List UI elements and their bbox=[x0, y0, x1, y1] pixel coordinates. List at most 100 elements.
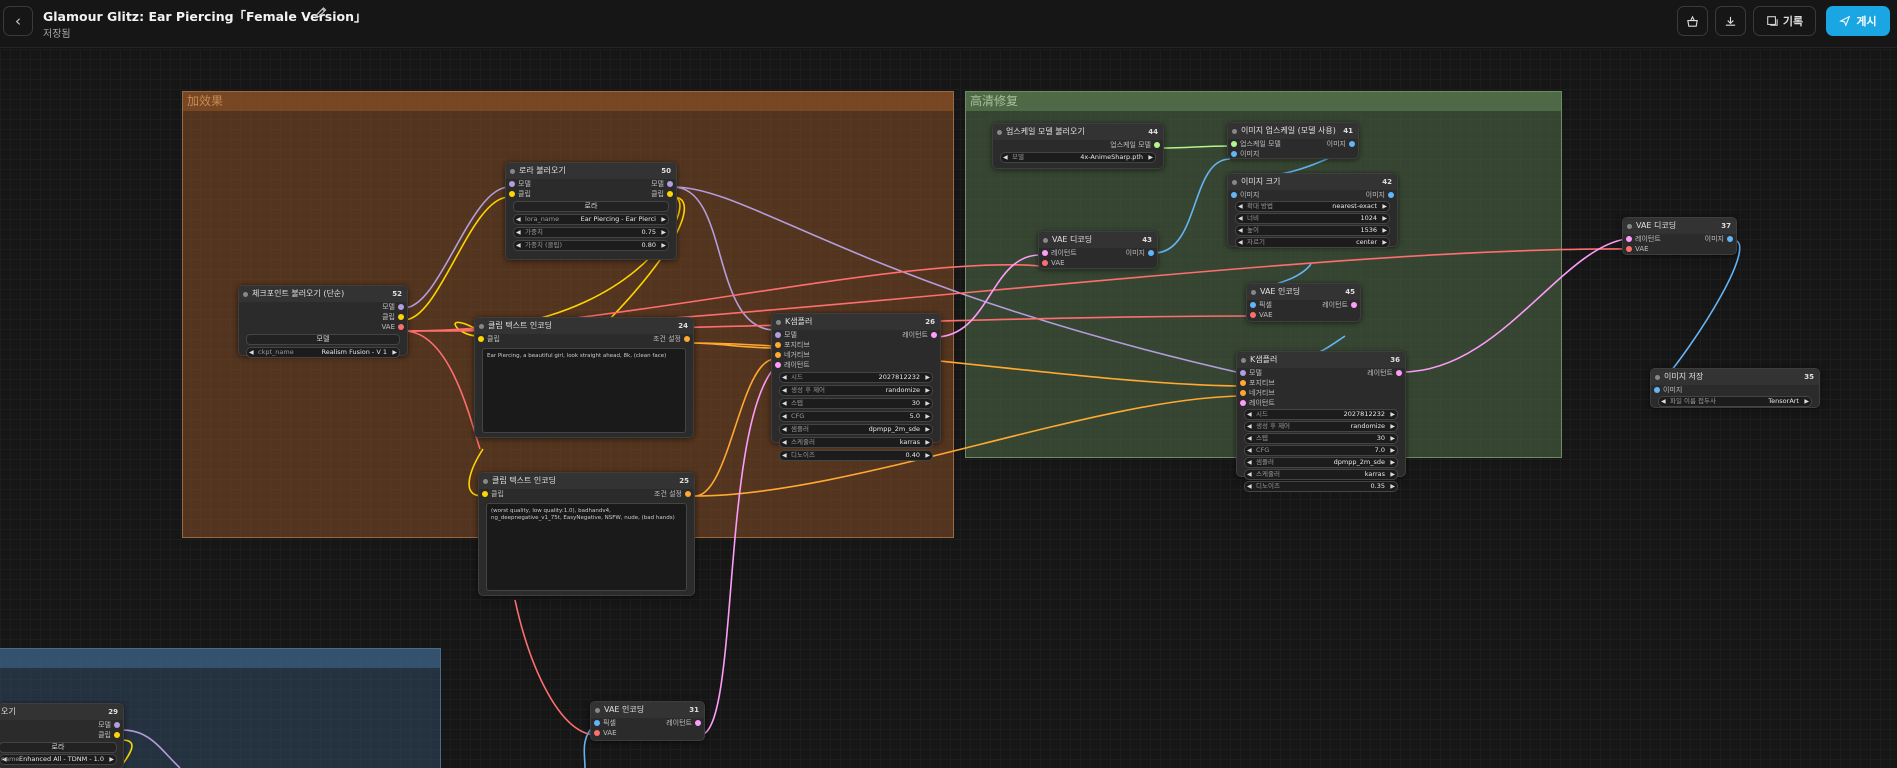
input-slot-latent[interactable] bbox=[775, 362, 781, 368]
scheduler-widget[interactable]: 스케줄러 karras bbox=[1244, 469, 1398, 480]
control-after-generate-widget[interactable]: 생성 후 제어 randomize bbox=[779, 385, 933, 396]
cfg-widget[interactable]: CFG 7.0 bbox=[1244, 445, 1398, 456]
lora-name-widget[interactable]: lora_name Ear Piercing - Ear Pierci bbox=[513, 214, 669, 225]
node-vae-encode-31[interactable]: VAE 인코딩 31 픽셀 레이턴트 VAE bbox=[590, 701, 705, 741]
input-slot-clip[interactable] bbox=[478, 336, 484, 342]
filename-prefix-widget[interactable]: 파일 이름 접두사 TensorArt bbox=[1658, 396, 1812, 407]
sampler-widget[interactable]: 샘플러 dpmpp_2m_sde bbox=[779, 424, 933, 435]
input-slot-latent[interactable] bbox=[1626, 236, 1632, 242]
publish-button[interactable]: 게시 bbox=[1826, 6, 1890, 36]
input-slot-model[interactable] bbox=[509, 181, 515, 187]
collapse-dot[interactable] bbox=[479, 324, 484, 329]
output-slot-model[interactable] bbox=[398, 304, 404, 310]
input-slot-negative[interactable] bbox=[775, 352, 781, 358]
input-slot-upscale-model[interactable] bbox=[1231, 141, 1237, 147]
node-lora-loader-29[interactable]: 오기 29 모델 클립 로라 nameEnhanced All - TDNM - … bbox=[0, 703, 124, 768]
lora-name-widget[interactable]: nameEnhanced All - TDNM - 1.0 bbox=[0, 754, 117, 765]
output-slot-conditioning[interactable] bbox=[685, 491, 691, 497]
scheduler-widget[interactable]: 스케줄러 karras bbox=[779, 437, 933, 448]
input-slot-latent[interactable] bbox=[1042, 250, 1048, 256]
input-slot-vae[interactable] bbox=[594, 730, 600, 736]
input-slot-image[interactable] bbox=[1231, 151, 1237, 157]
input-slot-vae[interactable] bbox=[1042, 260, 1048, 266]
collapse-dot[interactable] bbox=[997, 130, 1002, 135]
node-image-upscale-with-model[interactable]: 이미지 업스케일 (모델 사용) 41 업스케일 모델 이미지 이미지 bbox=[1227, 122, 1359, 159]
output-slot-latent[interactable] bbox=[1396, 370, 1402, 376]
node-ksampler-36[interactable]: K샘플러36 모델레이턴트 포지티브 네거티브 레이턴트 시드202781223… bbox=[1236, 351, 1406, 492]
crop-widget[interactable]: 자르기 center bbox=[1235, 237, 1390, 248]
node-vae-decode-37[interactable]: VAE 디코딩 37 레이턴트 이미지 VAE bbox=[1622, 217, 1737, 255]
node-image-scale[interactable]: 이미지 크기 42 이미지 이미지 확대 방법 nearest-exact 너비 102… bbox=[1227, 173, 1398, 248]
output-slot-clip[interactable] bbox=[398, 314, 404, 320]
denoise-widget[interactable]: 디노이즈 0.35 bbox=[1244, 481, 1398, 492]
back-button[interactable]: ‹ bbox=[3, 6, 33, 36]
output-slot-clip[interactable] bbox=[667, 191, 673, 197]
collapse-dot[interactable] bbox=[1241, 358, 1246, 363]
negative-prompt-textarea[interactable]: (worst quality, low quality:1.0), badhan… bbox=[486, 503, 687, 591]
collapse-dot[interactable] bbox=[1043, 238, 1048, 243]
download-button[interactable] bbox=[1715, 6, 1746, 36]
lora-button[interactable]: 로라 bbox=[0, 742, 117, 753]
input-slot-vae[interactable] bbox=[1626, 246, 1632, 252]
workflow-canvas[interactable]: 加效果 高清修复 체크포인트 불러오기 (단순) 52 모델 클립 VAE 모델… bbox=[0, 49, 1897, 768]
model-button[interactable]: 모델 bbox=[246, 334, 400, 345]
collapse-dot[interactable] bbox=[1232, 129, 1237, 134]
collapse-dot[interactable] bbox=[510, 169, 515, 174]
upscale-method-widget[interactable]: 확대 방법 nearest-exact bbox=[1235, 201, 1390, 212]
output-slot-latent[interactable] bbox=[931, 332, 937, 338]
output-slot-model[interactable] bbox=[114, 722, 120, 728]
output-slot-latent[interactable] bbox=[1351, 302, 1357, 308]
collapse-dot[interactable] bbox=[1655, 375, 1660, 380]
node-checkpoint-loader[interactable]: 체크포인트 불러오기 (단순) 52 모델 클립 VAE 모델 ckpt_name… bbox=[238, 285, 408, 358]
collapse-dot[interactable] bbox=[1232, 180, 1237, 185]
steps-widget[interactable]: 스텝 30 bbox=[1244, 433, 1398, 444]
input-slot-positive[interactable] bbox=[775, 342, 781, 348]
strength-model-widget[interactable]: 가중치 0.75 bbox=[513, 227, 669, 238]
collapse-dot[interactable] bbox=[776, 320, 781, 325]
input-slot-latent[interactable] bbox=[1240, 400, 1246, 406]
output-slot-model[interactable] bbox=[667, 181, 673, 187]
output-slot-clip[interactable] bbox=[114, 732, 120, 738]
sampler-widget[interactable]: 샘플러 dpmpp_2m_sde bbox=[1244, 457, 1398, 468]
collapse-dot[interactable] bbox=[1627, 224, 1632, 229]
seed-widget[interactable]: 시드 2027812232 bbox=[1244, 409, 1398, 420]
node-clip-text-encode-negative[interactable]: 클립 텍스트 인코딩 25 클립 조건 설정 (worst quality, low… bbox=[478, 472, 695, 596]
node-vae-decode-43[interactable]: VAE 디코딩 43 레이턴트 이미지 VAE bbox=[1038, 231, 1158, 269]
output-slot-image[interactable] bbox=[1727, 236, 1733, 242]
input-slot-model[interactable] bbox=[775, 332, 781, 338]
width-widget[interactable]: 너비 1024 bbox=[1235, 213, 1390, 224]
input-slot-image[interactable] bbox=[1654, 387, 1660, 393]
input-slot-negative[interactable] bbox=[1240, 390, 1246, 396]
output-slot-conditioning[interactable] bbox=[684, 336, 690, 342]
input-slot-clip[interactable] bbox=[482, 491, 488, 497]
input-slot-positive[interactable] bbox=[1240, 380, 1246, 386]
input-slot-vae[interactable] bbox=[1250, 312, 1256, 318]
output-slot-image[interactable] bbox=[1148, 250, 1154, 256]
steps-widget[interactable]: 스텝 30 bbox=[779, 398, 933, 409]
history-button[interactable]: 기록 bbox=[1753, 6, 1816, 36]
prompt-textarea[interactable]: Ear Piercing, a beautiful girl, look str… bbox=[482, 348, 686, 433]
output-slot-upscale-model[interactable] bbox=[1154, 142, 1160, 148]
input-slot-model[interactable] bbox=[1240, 370, 1246, 376]
collapse-dot[interactable] bbox=[1251, 290, 1256, 295]
node-lora-loader[interactable]: 로라 불러오기 50 모델 모델 클립 클립 로라 lora_name Ear Pier… bbox=[505, 162, 677, 260]
seed-widget[interactable]: 시드 2027812232 bbox=[779, 372, 933, 383]
node-clip-text-encode-positive[interactable]: 클립 텍스트 인코딩 24 클립 조건 설정 Ear Piercing, a bea… bbox=[474, 317, 694, 438]
output-slot-latent[interactable] bbox=[695, 720, 701, 726]
output-slot-image[interactable] bbox=[1349, 141, 1355, 147]
strength-clip-widget[interactable]: 가중치 (클립) 0.80 bbox=[513, 240, 669, 251]
pencil-icon[interactable] bbox=[313, 5, 329, 21]
node-ksampler-26[interactable]: K샘플러26 모델레이턴트 포지티브 네거티브 레이턴트 시드202781223… bbox=[771, 313, 941, 461]
input-slot-pixels[interactable] bbox=[594, 720, 600, 726]
node-upscale-model-loader[interactable]: 업스케일 모델 불러오기 44 업스케일 모델 모델 4x-AnimeSharp.p… bbox=[992, 123, 1164, 169]
output-slot-vae[interactable] bbox=[398, 324, 404, 330]
input-slot-pixels[interactable] bbox=[1250, 302, 1256, 308]
control-after-generate-widget[interactable]: 생성 후 제어 randomize bbox=[1244, 421, 1398, 432]
node-save-image[interactable]: 이미지 저장 35 이미지 파일 이름 접두사 TensorArt bbox=[1650, 368, 1820, 408]
node-vae-encode-45[interactable]: VAE 인코딩 45 픽셀 레이턴트 VAE bbox=[1246, 283, 1361, 322]
input-slot-image[interactable] bbox=[1231, 192, 1237, 198]
cfg-widget[interactable]: CFG 5.0 bbox=[779, 411, 933, 422]
denoise-widget[interactable]: 디노이즈 0.40 bbox=[779, 450, 933, 461]
lora-button[interactable]: 로라 bbox=[513, 201, 669, 212]
basket-button[interactable] bbox=[1677, 6, 1708, 36]
